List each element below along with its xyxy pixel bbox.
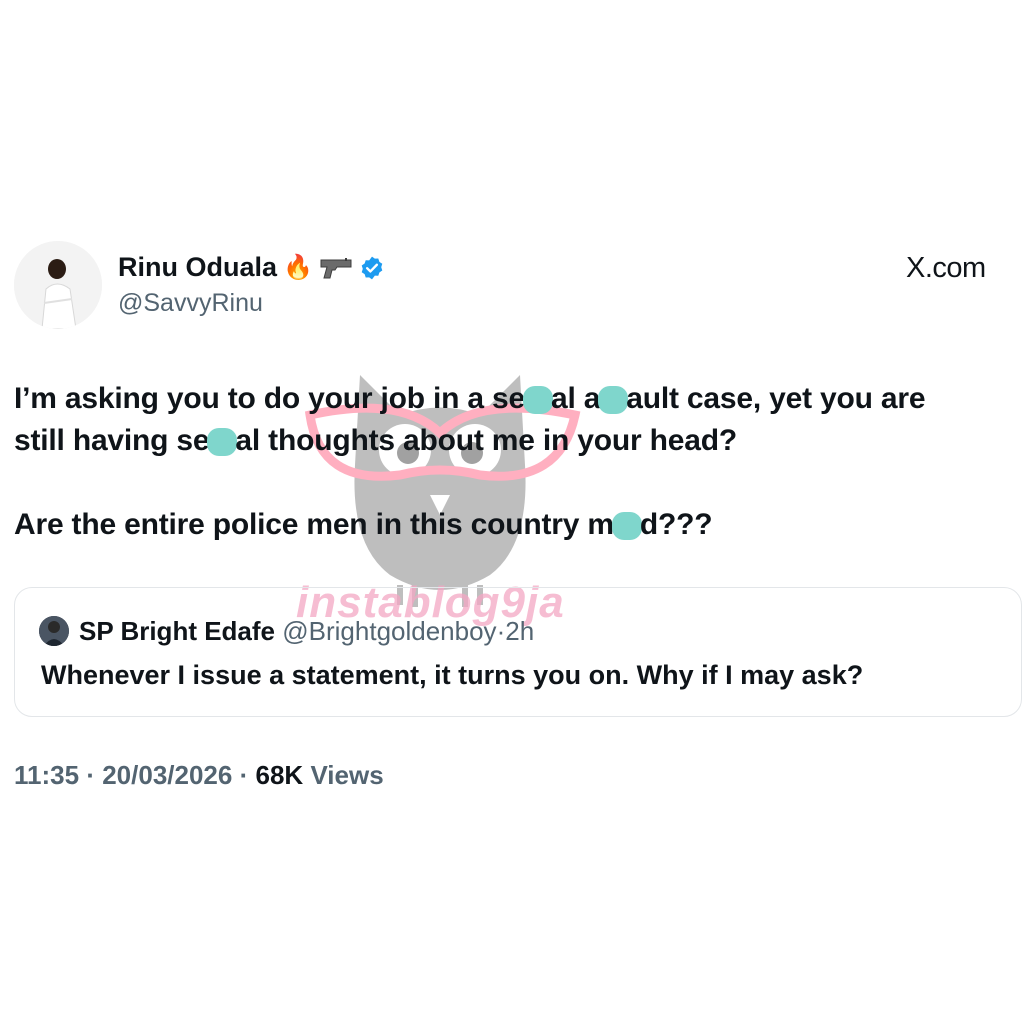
tweet-line-3: Are the entire police men in this countr… (14, 508, 713, 542)
tweet-text-part: al a (551, 382, 601, 415)
tweet-text-part: I’m asking you to do your job in a se (14, 382, 526, 415)
quote-author-name[interactable]: SP Bright Edafe (79, 616, 275, 646)
quote-author-handle[interactable]: @Brightgoldenboy (282, 616, 496, 646)
dot-separator: · (496, 616, 506, 646)
dot-separator: · (239, 760, 249, 790)
redaction-mark (598, 386, 629, 415)
tweet-time[interactable]: 11:35 (14, 760, 79, 790)
tweet-line-1: I’m asking you to do your job in a se al … (14, 382, 926, 416)
site-label: X.com (906, 252, 986, 284)
pistol-icon (320, 257, 352, 278)
views-count: 68K (255, 760, 304, 790)
verified-badge-icon (361, 256, 383, 279)
dot-separator: · (86, 760, 95, 790)
quote-header: SP Bright Edafe @Brightgoldenboy·2h (79, 616, 534, 647)
redaction-mark (611, 512, 642, 541)
author-handle[interactable]: @SavvyRinu (118, 289, 263, 318)
avatar-image (14, 241, 102, 329)
author-avatar[interactable] (14, 241, 102, 329)
avatar-image (39, 616, 69, 646)
quote-author-avatar[interactable] (39, 616, 69, 646)
tweet-text-part: d??? (639, 508, 713, 541)
tweet-text-part: ault case, yet you are (626, 382, 926, 415)
tweet-text-part: al thoughts about me in your head? (235, 424, 737, 457)
redaction-mark (523, 386, 554, 415)
tweet-meta: 11:35 · 20/03/2026 · 68K Views (14, 760, 384, 791)
fire-emoji: 🔥 (283, 253, 313, 281)
quoted-tweet-card[interactable]: SP Bright Edafe @Brightgoldenboy·2h When… (14, 587, 1022, 717)
redaction-mark (207, 428, 238, 457)
quote-text: Whenever I issue a statement, it turns y… (41, 660, 864, 690)
author-name[interactable]: Rinu Oduala (118, 252, 277, 283)
views-label: Views (310, 760, 384, 790)
tweet-text-part: still having se (14, 424, 210, 457)
tweet-text-part: Are the entire police men in this countr… (14, 508, 614, 541)
quote-timestamp[interactable]: 2h (505, 616, 534, 646)
author-name-row: Rinu Oduala 🔥 (118, 252, 385, 283)
tweet-date[interactable]: 20/03/2026 (102, 760, 232, 790)
tweet-line-2: still having se al thoughts about me in y… (14, 424, 737, 458)
